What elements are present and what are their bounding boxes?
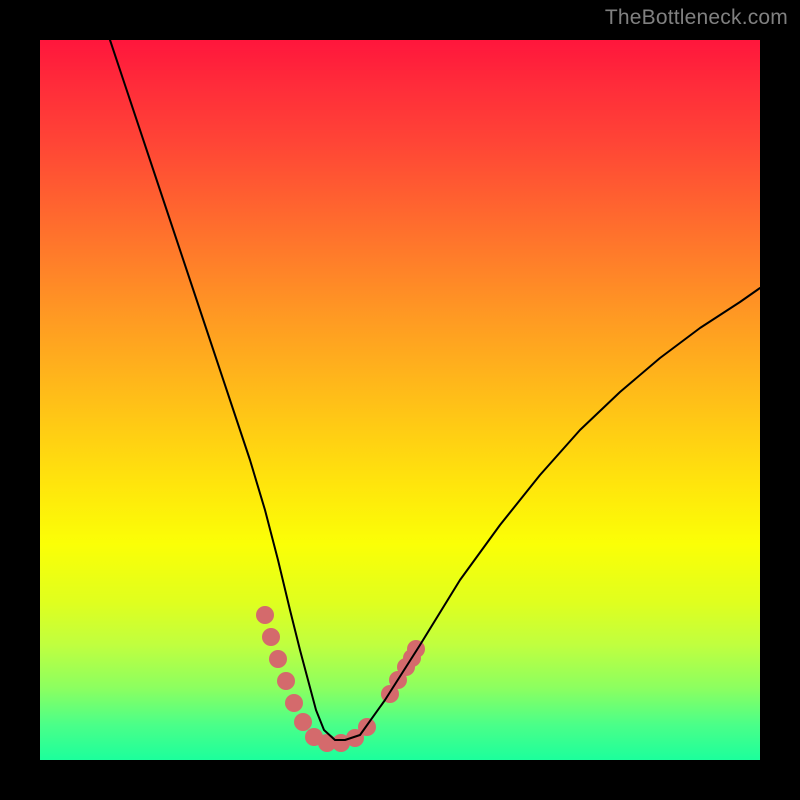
bead-marker <box>269 650 287 668</box>
plot-area <box>40 40 760 760</box>
bead-marker <box>277 672 295 690</box>
bead-marker <box>256 606 274 624</box>
bead-group <box>256 606 425 752</box>
chart-frame: TheBottleneck.com <box>0 0 800 800</box>
watermark-label: TheBottleneck.com <box>605 6 788 30</box>
bead-marker <box>262 628 280 646</box>
chart-svg <box>40 40 760 760</box>
bead-marker <box>285 694 303 712</box>
curve-path <box>110 40 760 740</box>
bead-marker <box>294 713 312 731</box>
